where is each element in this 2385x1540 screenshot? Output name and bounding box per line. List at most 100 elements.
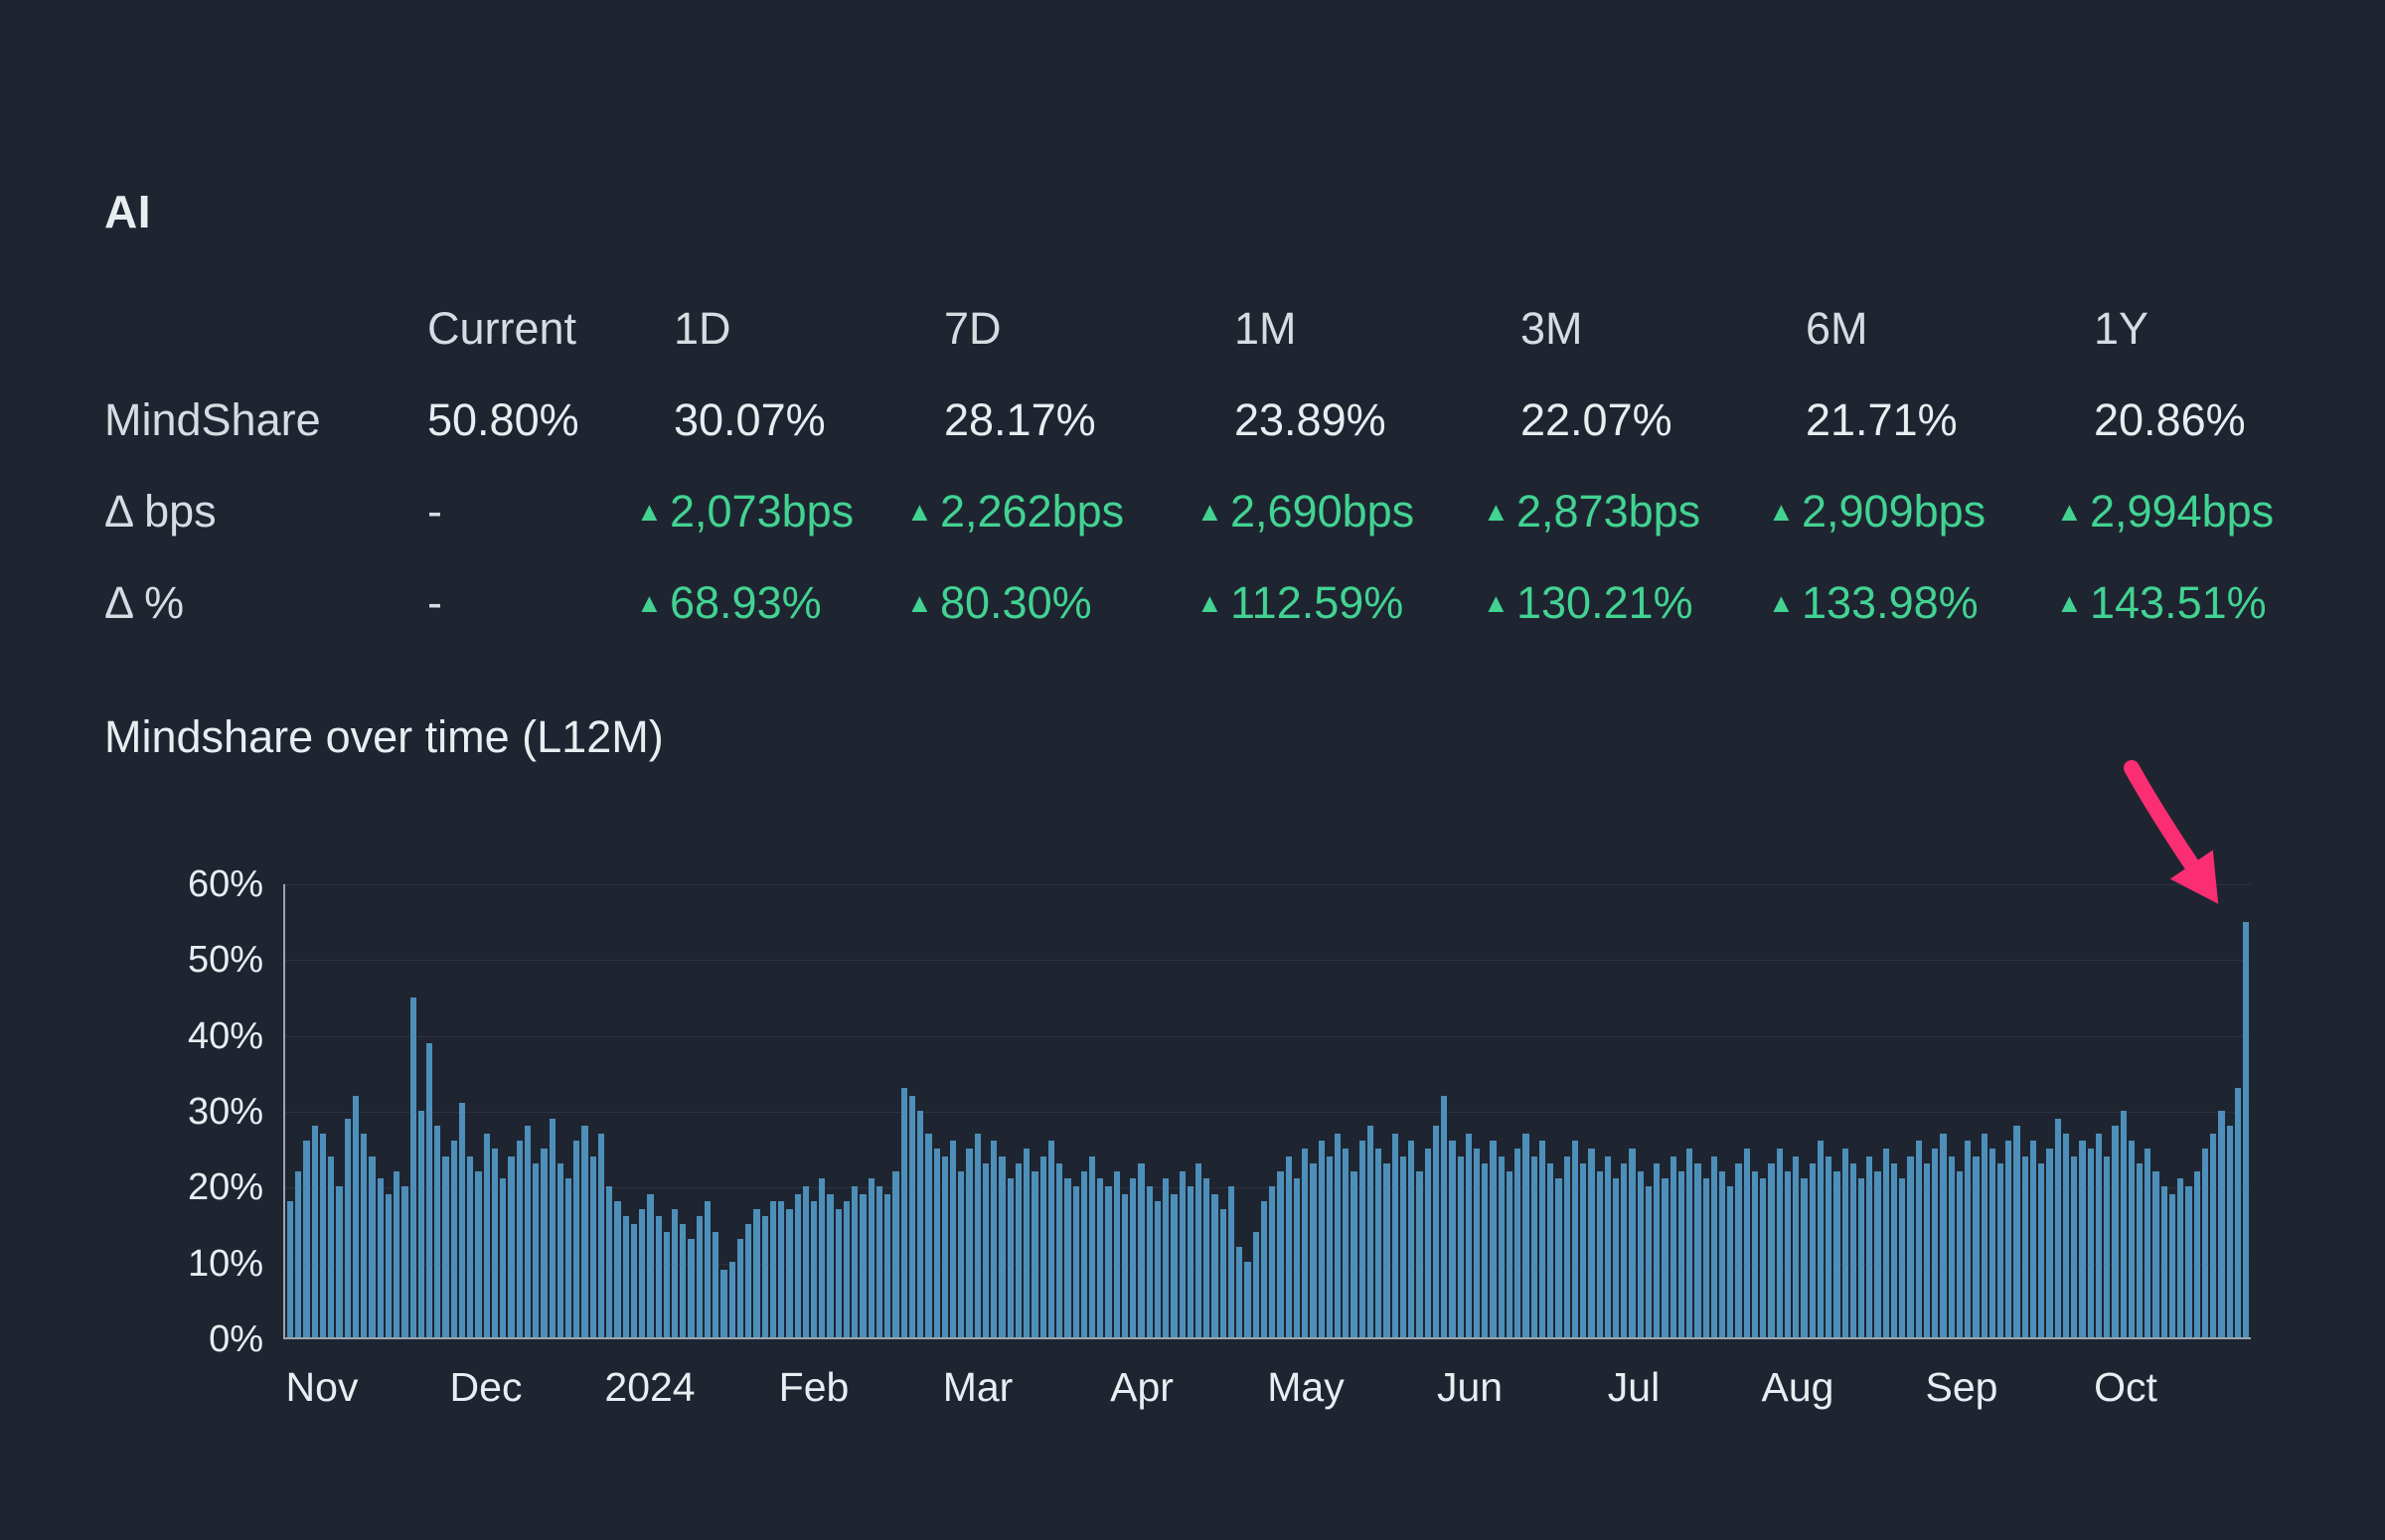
bar xyxy=(745,1224,752,1337)
delta-pct-1m: ▲ 112.59% xyxy=(1196,577,1520,629)
bar xyxy=(1899,1178,1906,1337)
bar xyxy=(1604,1155,1611,1337)
bar xyxy=(704,1201,712,1337)
bar xyxy=(1097,1178,1104,1337)
bar xyxy=(1432,1126,1440,1337)
bar xyxy=(1154,1201,1162,1337)
bar xyxy=(622,1216,629,1337)
bar xyxy=(1277,1170,1284,1337)
bar xyxy=(2136,1163,2144,1337)
bar xyxy=(1465,1133,1472,1337)
bar xyxy=(958,1170,965,1337)
bar xyxy=(2021,1155,2028,1337)
bar xyxy=(1244,1262,1251,1337)
bar xyxy=(1473,1149,1481,1337)
bar xyxy=(852,1186,859,1337)
bar xyxy=(1219,1208,1226,1337)
bar xyxy=(647,1193,654,1337)
bar xyxy=(1195,1163,1202,1337)
bar xyxy=(491,1149,499,1337)
bar xyxy=(1514,1149,1521,1337)
bar xyxy=(908,1095,916,1337)
bar xyxy=(1039,1155,1046,1337)
bar xyxy=(794,1193,801,1337)
bar xyxy=(655,1216,662,1337)
bar xyxy=(2145,1149,2151,1337)
bar xyxy=(2234,1088,2242,1337)
bar xyxy=(533,1163,540,1337)
bar xyxy=(549,1118,556,1337)
row-label-delta-pct: Δ % xyxy=(104,577,185,628)
bar xyxy=(1179,1170,1186,1337)
bar xyxy=(884,1193,891,1337)
bar xyxy=(1318,1141,1325,1337)
bar xyxy=(344,1118,351,1337)
bar xyxy=(287,1201,294,1337)
delta-bps-1y-value: 2,994bps xyxy=(2090,486,2275,537)
bar xyxy=(680,1224,687,1337)
bar xyxy=(1007,1178,1014,1337)
mindshare-7d: 28.17% xyxy=(944,394,1096,445)
bar xyxy=(1694,1163,1701,1337)
bar xyxy=(1923,1163,1931,1337)
bar xyxy=(761,1216,768,1337)
bar xyxy=(311,1126,318,1337)
bar xyxy=(1064,1178,1071,1337)
up-triangle-icon: ▲ xyxy=(636,588,663,618)
bar xyxy=(2193,1170,2200,1337)
bar xyxy=(949,1141,957,1337)
bar xyxy=(1793,1155,1800,1337)
x-axis-label: Sep xyxy=(1925,1364,1998,1410)
bar xyxy=(2087,1149,2094,1337)
delta-bps-7d-value: 2,262bps xyxy=(940,486,1125,537)
bar xyxy=(361,1133,368,1337)
bar xyxy=(2185,1186,2192,1337)
bar xyxy=(328,1155,335,1337)
bar xyxy=(1203,1178,1210,1337)
bar xyxy=(1735,1163,1742,1337)
bar xyxy=(1366,1126,1374,1337)
bar xyxy=(1530,1155,1537,1337)
bar xyxy=(1612,1178,1620,1337)
bar xyxy=(1662,1178,1669,1337)
bar xyxy=(1817,1141,1825,1337)
bar xyxy=(1072,1186,1079,1337)
bar xyxy=(2210,1133,2217,1337)
bar xyxy=(1710,1155,1718,1337)
delta-pct-7d: ▲ 80.30% xyxy=(906,577,1234,629)
bar xyxy=(1146,1186,1153,1337)
bar xyxy=(1727,1186,1734,1337)
y-axis-tick-label: 30% xyxy=(187,1091,263,1133)
bar xyxy=(467,1155,474,1337)
bar xyxy=(1629,1149,1636,1337)
bar xyxy=(1743,1149,1750,1337)
bar xyxy=(966,1149,973,1337)
x-axis: Nov Dec 2024 Feb Mar Apr May Jun Jul Aug Sep Oct xyxy=(283,1364,2251,1424)
bar xyxy=(843,1201,851,1337)
bar xyxy=(1351,1170,1357,1337)
row-label-delta-bps: Δ bps xyxy=(104,486,217,537)
x-axis-label: Dec xyxy=(449,1364,523,1410)
bar xyxy=(336,1186,343,1337)
delta-pct-1d: ▲ 68.93% xyxy=(636,577,944,629)
mindshare-chart: Nov Dec 2024 Feb Mar Apr May Jun Jul Aug Sep Oct 60… xyxy=(114,863,2271,1475)
bar xyxy=(2029,1141,2037,1337)
bar xyxy=(1358,1141,1365,1337)
bar xyxy=(639,1208,646,1337)
column-header-1d: 1D xyxy=(674,303,731,354)
delta-pct-1d-value: 68.93% xyxy=(670,577,822,628)
bar xyxy=(1637,1170,1644,1337)
bar xyxy=(1416,1170,1423,1337)
x-axis-label: Apr xyxy=(1110,1364,1174,1410)
chart-title: Mindshare over time (L12M) xyxy=(104,711,664,762)
bar xyxy=(1171,1193,1178,1337)
bar xyxy=(1236,1246,1243,1337)
column-header-6m: 6M xyxy=(1806,303,1868,354)
bar xyxy=(1302,1149,1309,1337)
bar xyxy=(589,1155,596,1337)
y-axis-tick-label: 10% xyxy=(187,1242,263,1285)
bar xyxy=(860,1193,867,1337)
x-axis-label: Jul xyxy=(1607,1364,1661,1410)
up-triangle-icon: ▲ xyxy=(1768,497,1795,527)
bar xyxy=(1490,1141,1497,1337)
